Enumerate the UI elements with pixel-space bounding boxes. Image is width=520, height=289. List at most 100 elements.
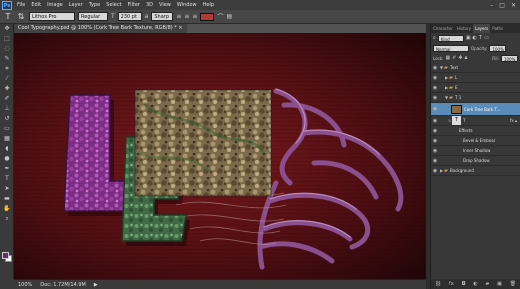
document-tab[interactable]: Cool Typography.psd @ 100% (Cork Tree Ba… — [14, 24, 187, 33]
lock-all-icon[interactable]: 🔒︎ — [465, 55, 468, 61]
menu-edit[interactable]: Edit — [28, 2, 44, 8]
delete-layer-icon[interactable]: 🗑︎ — [510, 281, 516, 287]
type-tool-icon[interactable]: T — [3, 12, 13, 21]
eyedropper-tool-icon[interactable]: ⁄ — [1, 74, 13, 84]
visibility-eye-icon[interactable]: ◉ — [431, 138, 439, 144]
tab-layers[interactable]: Layers — [472, 24, 491, 33]
font-family-select[interactable]: Lithos Pro — [29, 12, 75, 21]
zoom-level[interactable]: 100% — [18, 282, 32, 288]
status-arrow-icon[interactable]: ▶ — [94, 282, 98, 288]
layer-row[interactable]: ◉ ▼ ▰ T 1 — [431, 93, 520, 103]
eraser-tool-icon[interactable]: ▭ — [1, 124, 13, 134]
add-mask-icon[interactable]: ◘ — [462, 281, 466, 287]
lock-transparent-icon[interactable]: ▦ — [445, 55, 450, 61]
filter-adjust-icon[interactable]: ◐ — [473, 35, 477, 41]
stamp-tool-icon[interactable]: ⊥ — [1, 104, 13, 114]
layer-row[interactable]: ◉ ▶ ▰ E — [431, 83, 520, 93]
close-icon[interactable]: ✕ — [511, 2, 516, 9]
blur-tool-icon[interactable]: ◖ — [1, 144, 13, 154]
visibility-eye-icon[interactable]: ◉ — [431, 106, 439, 112]
lock-move-icon[interactable]: ✥ — [458, 55, 462, 61]
layer-effects-row[interactable]: ◉ Effects — [431, 126, 520, 136]
lock-paint-icon[interactable]: ✐ — [452, 55, 456, 61]
visibility-eye-icon[interactable]: ◉ — [431, 158, 439, 164]
align-left-icon[interactable]: ≡ — [176, 13, 181, 20]
menu-view[interactable]: View — [156, 2, 174, 8]
antialias-select[interactable]: Sharp — [151, 12, 174, 21]
history-brush-icon[interactable]: ↺ — [1, 114, 13, 124]
healing-tool-icon[interactable]: ✚ — [1, 84, 13, 94]
move-tool-icon[interactable]: ✥ — [1, 24, 13, 34]
brush-tool-icon[interactable]: ✐ — [1, 94, 13, 104]
menu-image[interactable]: Image — [44, 2, 66, 8]
filter-shape-icon[interactable]: ▭ — [484, 35, 489, 41]
marquee-tool-icon[interactable]: ⬚ — [1, 34, 13, 44]
layer-row[interactable]: ◉ ▶ ▰ Background — [431, 166, 520, 176]
blend-mode-select[interactable]: Normal — [433, 44, 469, 52]
path-select-tool-icon[interactable]: ➤ — [1, 184, 13, 194]
lasso-tool-icon[interactable]: ◌ — [1, 44, 13, 54]
font-style-select[interactable]: Regular — [78, 12, 108, 21]
menu-file[interactable]: File — [14, 2, 28, 8]
dodge-tool-icon[interactable]: ● — [1, 154, 13, 164]
document-canvas[interactable] — [14, 33, 426, 279]
visibility-eye-icon[interactable]: ◉ — [431, 85, 439, 91]
hand-tool-icon[interactable]: ✋ — [1, 204, 13, 214]
character-panel-icon[interactable]: ▤ — [226, 13, 232, 20]
effect-row[interactable]: ◉ Drop Shadow — [431, 156, 520, 166]
menu-filter[interactable]: Filter — [125, 2, 143, 8]
layer-row[interactable]: ◉ ↳ T T fx ▴ — [431, 116, 520, 126]
menu-window[interactable]: Window — [174, 2, 200, 8]
layer-row[interactable]: ◉ ▼ ▰ Text — [431, 63, 520, 73]
visibility-eye-icon[interactable]: ◉ — [431, 148, 439, 154]
tab-character[interactable]: Character — [431, 24, 455, 33]
layers-panel: Character History Layers Paths ⌕ Kind ▣ … — [430, 24, 520, 289]
adjustment-layer-icon[interactable]: ◐ — [473, 281, 477, 287]
effect-row[interactable]: ◉ Inner Shadow — [431, 146, 520, 156]
text-color-swatch[interactable] — [200, 12, 215, 21]
link-layers-icon[interactable]: ⛓ — [435, 281, 441, 287]
gradient-tool-icon[interactable]: ▦ — [1, 134, 13, 144]
filter-pixel-icon[interactable]: ▣ — [466, 35, 471, 41]
text-orientation-icon[interactable]: ⇅ — [16, 12, 26, 21]
menu-help[interactable]: Help — [200, 2, 217, 8]
visibility-eye-icon[interactable]: ◉ — [431, 128, 439, 134]
menu-layer[interactable]: Layer — [66, 2, 86, 8]
tab-paths[interactable]: Paths — [490, 24, 505, 33]
menu-select[interactable]: Select — [103, 2, 124, 8]
crop-tool-icon[interactable]: ⌗ — [1, 64, 13, 74]
new-layer-icon[interactable]: ▣ — [497, 281, 502, 287]
foreground-color-swatch[interactable] — [2, 252, 9, 259]
color-swatches[interactable] — [2, 252, 12, 262]
maximize-icon[interactable]: □ — [499, 2, 505, 9]
add-style-icon[interactable]: fx — [449, 281, 454, 287]
visibility-eye-icon[interactable]: ◉ — [431, 95, 439, 101]
visibility-eye-icon[interactable]: ◉ — [431, 65, 439, 71]
menu-3d[interactable]: 3D — [143, 2, 156, 8]
close-tab-icon[interactable]: × — [178, 25, 182, 31]
shape-tool-icon[interactable]: ▬ — [1, 194, 13, 204]
align-center-icon[interactable]: ≡ — [184, 13, 189, 20]
font-size-field[interactable]: 230 pt — [117, 12, 142, 21]
kind-filter-select[interactable]: Kind — [437, 34, 464, 42]
layer-effects-icon[interactable]: fx ▴ — [510, 118, 517, 123]
opacity-field[interactable]: 100% — [489, 44, 507, 52]
layer-row[interactable]: ◉ ▶ ▰ L — [431, 73, 520, 83]
pen-tool-icon[interactable]: ✒ — [1, 164, 13, 174]
filter-type-icon[interactable]: T — [479, 35, 482, 41]
quick-select-tool-icon[interactable]: ✎ — [1, 54, 13, 64]
menu-type[interactable]: Type — [86, 2, 103, 8]
effect-row[interactable]: ◉ Bevel & Emboss — [431, 136, 520, 146]
visibility-eye-icon[interactable]: ◉ — [431, 75, 439, 81]
layer-row-selected[interactable]: ◉ Cork Tree Bark T... — [431, 103, 520, 116]
minimize-icon[interactable]: – — [490, 2, 493, 9]
tab-history[interactable]: History — [455, 24, 473, 33]
warp-text-icon[interactable]: ⌒ — [217, 12, 223, 21]
type-tool-icon[interactable]: T — [1, 174, 13, 184]
visibility-eye-icon[interactable]: ◉ — [431, 118, 439, 124]
align-right-icon[interactable]: ≡ — [192, 13, 197, 20]
visibility-eye-icon[interactable]: ◉ — [431, 168, 439, 174]
new-group-icon[interactable]: ▰ — [486, 281, 490, 287]
zoom-tool-icon[interactable]: ⌕ — [1, 214, 13, 224]
fill-field[interactable]: 100% — [501, 54, 518, 62]
